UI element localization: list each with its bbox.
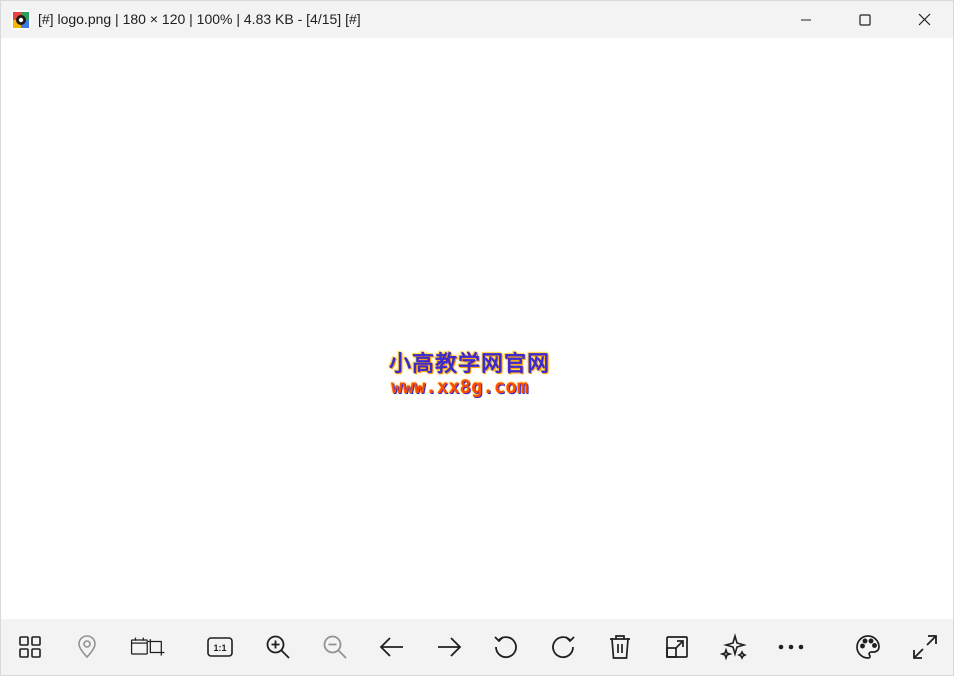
app-logo-icon <box>11 10 31 30</box>
actual-size-icon: 1:1 <box>207 637 233 657</box>
resize-icon <box>666 636 688 658</box>
logo-text-chinese: 小高教学网官网 <box>389 352 551 377</box>
theme-button[interactable] <box>850 629 886 665</box>
palette-icon <box>856 635 880 659</box>
gallery-icon <box>19 636 41 658</box>
more-options-button[interactable] <box>773 629 809 665</box>
location-button[interactable] <box>69 629 105 665</box>
arrow-right-icon <box>438 637 462 657</box>
trash-icon <box>610 635 630 659</box>
more-icon <box>778 644 804 650</box>
previous-image-button[interactable] <box>374 629 410 665</box>
actual-size-button[interactable]: 1:1 <box>202 629 238 665</box>
next-image-button[interactable] <box>431 629 467 665</box>
rotate-left-button[interactable] <box>488 629 524 665</box>
frame-crop-icon <box>130 637 165 656</box>
zoom-out-button[interactable] <box>317 629 353 665</box>
zoom-in-icon <box>266 635 290 659</box>
image-viewer-window: [#] logo.png | 180 × 120 | 100% | 4.83 K… <box>0 0 954 676</box>
window-title: [#] logo.png | 180 × 120 | 100% | 4.83 K… <box>38 11 361 27</box>
sparkles-icon <box>720 633 747 661</box>
location-pin-icon <box>78 635 96 659</box>
maximize-icon <box>859 13 871 26</box>
resize-button[interactable] <box>659 629 695 665</box>
zoom-out-icon <box>323 635 347 659</box>
displayed-image[interactable]: 小高教学网官网 www.xx8g.com <box>383 344 573 404</box>
maximize-button[interactable] <box>836 1 894 38</box>
bottom-toolbar: 1:1 <box>1 619 953 675</box>
minimize-button[interactable] <box>777 1 835 38</box>
close-button[interactable] <box>895 1 953 38</box>
gallery-button[interactable] <box>12 629 48 665</box>
svg-text:1:1: 1:1 <box>213 643 226 653</box>
minimize-icon <box>801 19 811 20</box>
logo-text-url: www.xx8g.com <box>391 376 529 398</box>
rotate-left-icon <box>494 636 517 659</box>
frame-crop-button[interactable] <box>130 629 166 665</box>
rotate-right-button[interactable] <box>545 629 581 665</box>
rotate-right-icon <box>552 636 575 659</box>
title-bar[interactable]: [#] logo.png | 180 × 120 | 100% | 4.83 K… <box>1 1 953 38</box>
fullscreen-button[interactable] <box>907 629 943 665</box>
image-canvas[interactable]: 小高教学网官网 www.xx8g.com <box>1 38 953 619</box>
fullscreen-icon <box>913 635 937 659</box>
delete-button[interactable] <box>602 629 638 665</box>
arrow-left-icon <box>379 637 403 657</box>
enhance-button[interactable] <box>716 629 752 665</box>
close-icon <box>918 13 930 26</box>
zoom-in-button[interactable] <box>260 629 296 665</box>
